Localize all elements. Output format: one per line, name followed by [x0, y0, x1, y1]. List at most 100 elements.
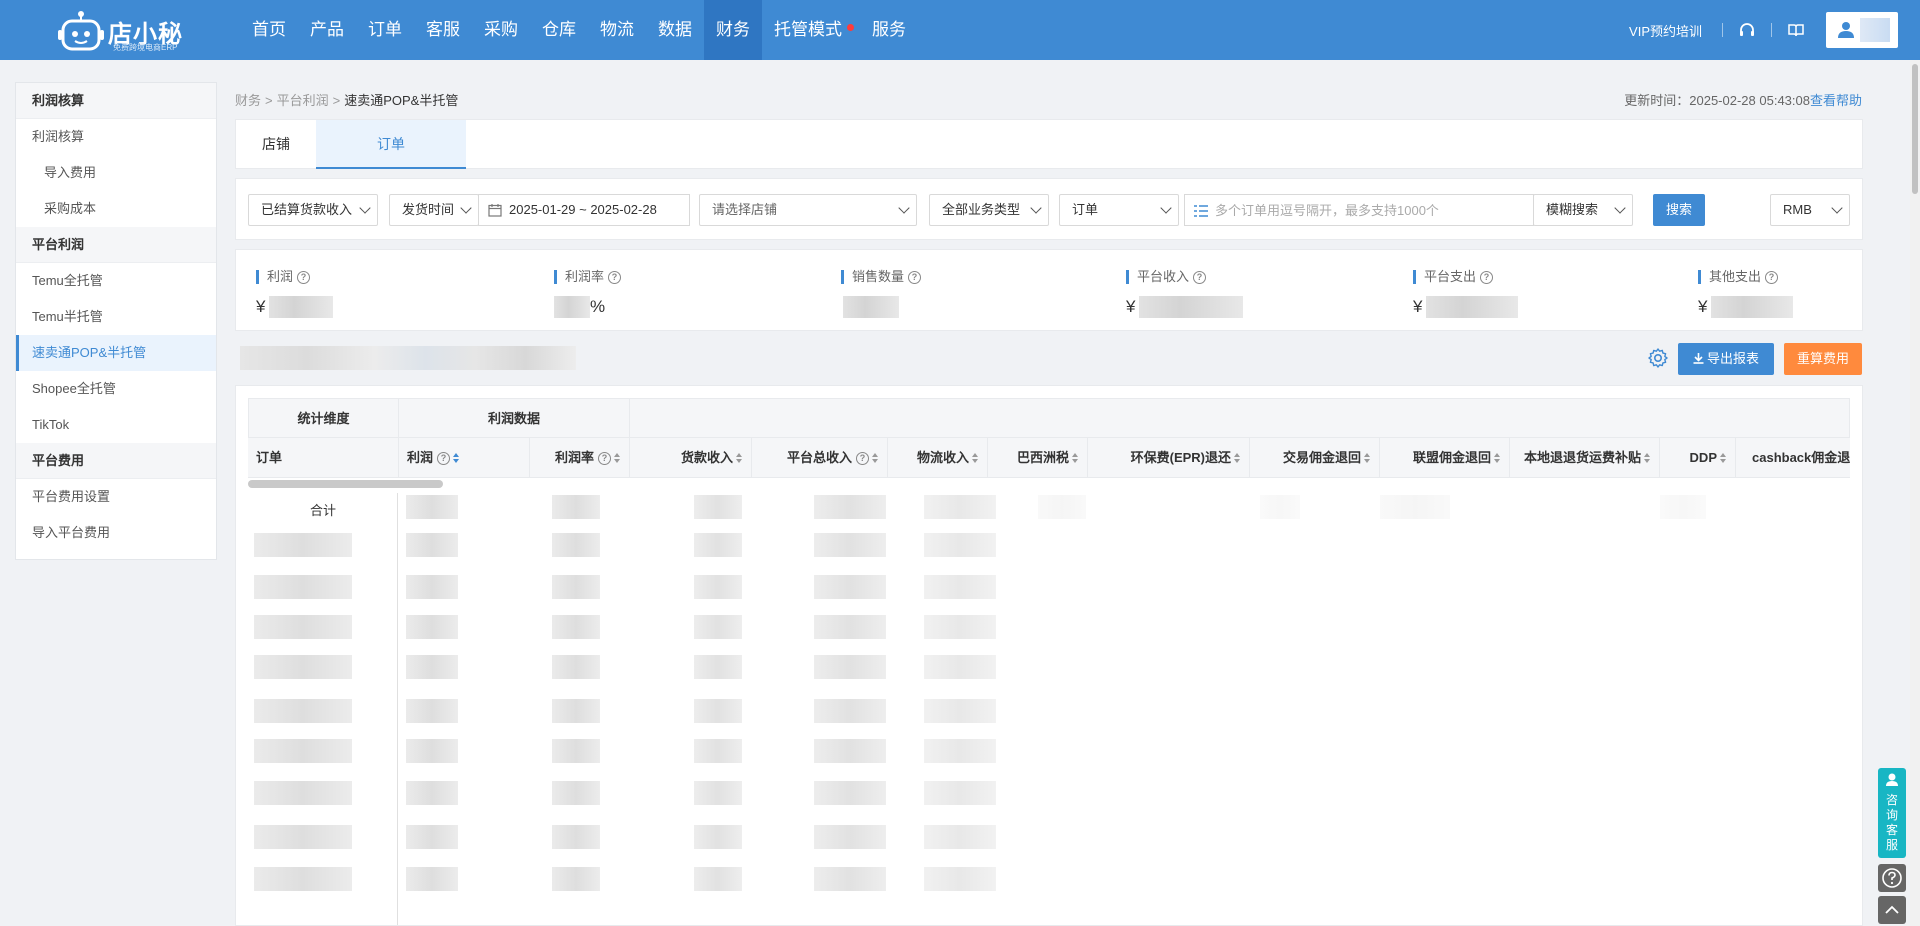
- horizontal-scrollbar[interactable]: [248, 480, 443, 488]
- col-platform-income[interactable]: 平台总收入?: [752, 438, 888, 477]
- currency-select[interactable]: RMB: [1770, 194, 1850, 226]
- back-to-top-button[interactable]: [1878, 896, 1906, 924]
- blurred-cell: [1380, 495, 1450, 519]
- sidebar-item-shopee-full[interactable]: Shopee全托管: [16, 371, 216, 407]
- tab-order[interactable]: 订单: [316, 120, 466, 169]
- nav-products[interactable]: 产品: [298, 0, 356, 60]
- stat-label: 销售数量: [852, 269, 905, 284]
- help-icon[interactable]: ?: [1480, 270, 1494, 284]
- sort-icon[interactable]: [1072, 453, 1079, 463]
- blurred-cell: [552, 495, 600, 519]
- sidebar-item-import-platform-fees[interactable]: 导入平台费用: [16, 515, 216, 551]
- sidebar-item-temu-full[interactable]: Temu全托管: [16, 263, 216, 299]
- col-logistics-income[interactable]: 物流收入: [888, 438, 988, 477]
- blurred-cell: [254, 533, 352, 557]
- batch-list-icon: [1194, 205, 1208, 217]
- help-icon[interactable]: ?: [297, 270, 311, 284]
- customer-service-button[interactable]: 咨询客服: [1878, 768, 1906, 858]
- col-epr-refund[interactable]: 环保费(EPR)退还: [1088, 438, 1250, 477]
- sidebar-item-import-fees[interactable]: 导入费用: [16, 155, 216, 191]
- headset-icon[interactable]: [1737, 20, 1757, 40]
- col-profit[interactable]: 利润?: [399, 438, 530, 477]
- nav-purchasing[interactable]: 采购: [472, 0, 530, 60]
- user-menu[interactable]: [1826, 12, 1898, 48]
- income-type-select[interactable]: 已结算货款收入: [248, 194, 378, 226]
- nav-services[interactable]: 服务: [860, 0, 918, 60]
- order-search-field[interactable]: [1184, 194, 1555, 226]
- gear-icon[interactable]: [1647, 347, 1669, 369]
- date-range-picker[interactable]: 2025-01-29 ~ 2025-02-28: [478, 194, 690, 226]
- help-icon[interactable]: ?: [608, 270, 622, 284]
- sort-icon[interactable]: [872, 453, 879, 463]
- chevron-down-icon: [1614, 202, 1626, 214]
- vertical-scrollbar[interactable]: [1910, 60, 1920, 926]
- sort-icon[interactable]: [1644, 453, 1651, 463]
- view-help-link[interactable]: 查看帮助: [1810, 93, 1862, 108]
- sort-icon[interactable]: [453, 453, 460, 463]
- sort-icon[interactable]: [736, 453, 743, 463]
- help-icon[interactable]: ?: [598, 451, 611, 465]
- tab-shop[interactable]: 店铺: [236, 120, 316, 169]
- recalculate-fees-button[interactable]: 重算费用: [1784, 343, 1862, 375]
- sidebar-item-aliexpress[interactable]: 速卖通POP&半托管: [16, 335, 216, 371]
- help-icon[interactable]: ?: [437, 451, 451, 465]
- col-ddp[interactable]: DDP: [1660, 438, 1736, 477]
- nav-logistics[interactable]: 物流: [588, 0, 646, 60]
- help-button[interactable]: [1878, 864, 1906, 892]
- help-icon[interactable]: ?: [1765, 270, 1779, 284]
- col-goods-income[interactable]: 货款收入: [630, 438, 752, 477]
- col-local-return-subsidy[interactable]: 本地退退货运费补贴: [1510, 438, 1660, 477]
- nav-warehouse[interactable]: 仓库: [530, 0, 588, 60]
- search-type-select[interactable]: 订单: [1059, 194, 1179, 226]
- avatar: [1860, 18, 1890, 42]
- stat-profit: 利润? ¥: [256, 270, 334, 320]
- shop-select[interactable]: 请选择店铺: [699, 194, 917, 226]
- sidebar-item-tiktok[interactable]: TikTok: [16, 407, 216, 443]
- help-icon[interactable]: ?: [908, 270, 922, 284]
- vip-training-link[interactable]: VIP预约培训: [1629, 21, 1702, 40]
- col-transaction-commission-refund[interactable]: 交易佣金退回: [1250, 438, 1380, 477]
- brand-logo[interactable]: 店小秘 免费跨境电商ERP: [58, 8, 188, 54]
- col-cashback-refund[interactable]: cashback佣金退: [1736, 438, 1850, 477]
- blurred-cell: [406, 739, 458, 763]
- order-search-input[interactable]: [1215, 195, 1555, 225]
- nav-finance[interactable]: 财务: [704, 0, 762, 60]
- time-type-select[interactable]: 发货时间: [389, 194, 479, 226]
- sort-icon[interactable]: [614, 453, 621, 463]
- blurred-cell: [814, 575, 886, 599]
- nav-managed-mode[interactable]: 托管模式: [762, 0, 860, 60]
- sort-icon[interactable]: [1234, 453, 1241, 463]
- breadcrumb-platform-profit[interactable]: 平台利润: [277, 93, 329, 108]
- shop-select-placeholder: 请选择店铺: [712, 202, 778, 217]
- search-button[interactable]: 搜索: [1653, 194, 1705, 226]
- sidebar-item-purchase-cost[interactable]: 采购成本: [16, 191, 216, 227]
- nav-customer-service[interactable]: 客服: [414, 0, 472, 60]
- blurred-value: [554, 296, 590, 318]
- nav-home[interactable]: 首页: [240, 0, 298, 60]
- col-brazil-tax[interactable]: 巴西洲税: [988, 438, 1088, 477]
- match-mode-select[interactable]: 模糊搜索: [1533, 194, 1633, 226]
- blurred-cell: [814, 825, 886, 849]
- sort-icon[interactable]: [972, 453, 979, 463]
- blurred-cell: [694, 575, 742, 599]
- business-type-select[interactable]: 全部业务类型: [929, 194, 1049, 226]
- sidebar-item-profit-accounting[interactable]: 利润核算: [16, 119, 216, 155]
- sort-icon[interactable]: [1494, 453, 1501, 463]
- help-icon[interactable]: ?: [856, 451, 869, 465]
- column-header: 物流收入: [916, 450, 969, 465]
- customer-service-label: 咨询客服: [1885, 793, 1898, 852]
- nav-data[interactable]: 数据: [646, 0, 704, 60]
- sort-icon[interactable]: [1364, 453, 1371, 463]
- stat-label: 其他支出: [1709, 269, 1762, 284]
- sort-icon[interactable]: [1720, 453, 1727, 463]
- breadcrumb-finance[interactable]: 财务: [235, 93, 261, 108]
- col-profit-rate[interactable]: 利润率?: [530, 438, 630, 477]
- scrollbar-thumb[interactable]: [1912, 64, 1918, 194]
- nav-orders[interactable]: 订单: [356, 0, 414, 60]
- export-report-button[interactable]: 导出报表: [1678, 343, 1774, 375]
- book-icon[interactable]: [1786, 20, 1806, 40]
- col-affiliate-commission-refund[interactable]: 联盟佣金退回: [1380, 438, 1510, 477]
- sidebar-item-temu-semi[interactable]: Temu半托管: [16, 299, 216, 335]
- help-icon[interactable]: ?: [1193, 270, 1207, 284]
- sidebar-item-fee-settings[interactable]: 平台费用设置: [16, 479, 216, 515]
